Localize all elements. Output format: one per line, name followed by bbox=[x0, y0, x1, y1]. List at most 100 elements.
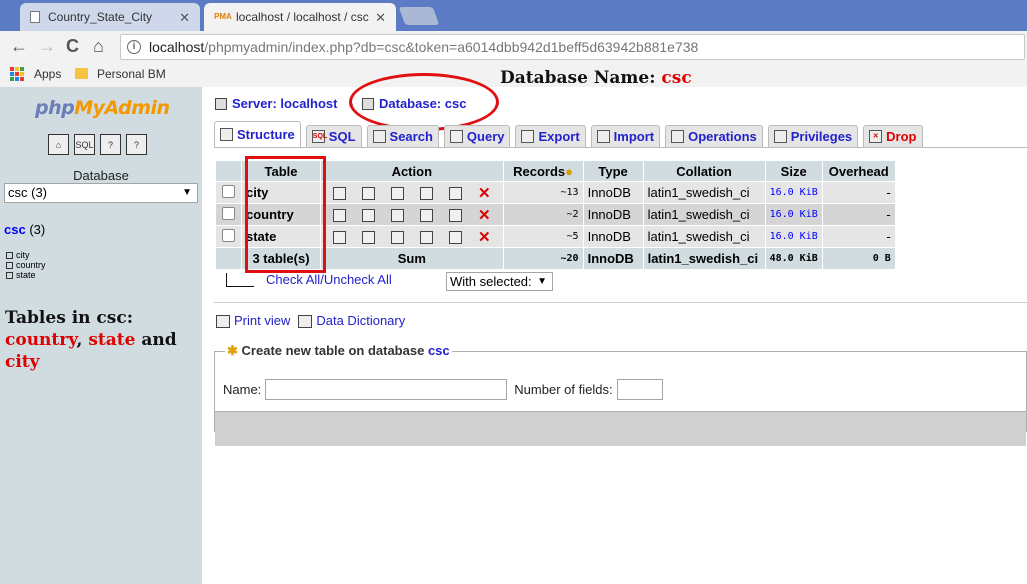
overhead-value: - bbox=[822, 226, 895, 247]
empty-icon[interactable] bbox=[449, 209, 462, 223]
uncheck-all-link[interactable]: Uncheck All bbox=[324, 272, 392, 287]
structure-icon[interactable] bbox=[362, 209, 375, 223]
address-bar[interactable]: i localhost/phpmyadmin/index.php?db=csc&… bbox=[120, 34, 1025, 60]
info-icon[interactable]: i bbox=[127, 40, 141, 54]
close-icon[interactable]: ✕ bbox=[375, 10, 386, 26]
search-icon[interactable] bbox=[391, 231, 404, 245]
sql-icon[interactable]: SQL bbox=[74, 134, 95, 155]
table-icon bbox=[6, 251, 13, 259]
browser-tab-localhost[interactable]: PMA localhost / localhost / csc ✕ bbox=[204, 3, 396, 31]
forward-button[interactable]: → bbox=[38, 36, 56, 57]
table-name-input[interactable] bbox=[265, 379, 508, 400]
tab-title: localhost / localhost / csc bbox=[236, 10, 369, 24]
bookmark-personal-bm[interactable]: Personal BM bbox=[97, 67, 166, 81]
with-selected-select[interactable]: With selected: ▼ bbox=[446, 272, 553, 291]
address-host: localhost bbox=[149, 39, 205, 55]
records-value: ~2 bbox=[503, 204, 583, 225]
search-icon bbox=[372, 130, 386, 143]
structure-icon bbox=[220, 128, 233, 141]
lightbulb-icon: ● bbox=[565, 163, 574, 179]
sum-label: Sum bbox=[321, 248, 503, 269]
search-icon[interactable] bbox=[391, 187, 404, 201]
create-table-form: Name: Number of fields: bbox=[223, 379, 663, 400]
tab-query[interactable]: Query bbox=[443, 125, 511, 147]
browse-icon[interactable] bbox=[333, 231, 346, 245]
phpmyadmin-favicon-icon: PMA bbox=[214, 12, 232, 21]
tab-import[interactable]: Import bbox=[590, 125, 661, 147]
home-button[interactable]: ⌂ bbox=[93, 36, 104, 57]
tab-structure[interactable]: Structure bbox=[214, 121, 301, 147]
collation-value: latin1_swedish_ci bbox=[643, 204, 765, 225]
row-checkbox[interactable] bbox=[222, 206, 235, 220]
create-table-footer bbox=[215, 411, 1026, 446]
annotation-rectangle bbox=[245, 156, 326, 273]
search-icon[interactable] bbox=[391, 209, 404, 223]
create-table-fieldset: ✱ Create new table on database csc Name:… bbox=[214, 343, 1027, 446]
tab-operations[interactable]: Operations bbox=[665, 125, 763, 147]
records-value: ~13 bbox=[503, 182, 583, 203]
close-icon[interactable]: ✕ bbox=[179, 10, 190, 26]
docs-icon[interactable]: ? bbox=[126, 134, 147, 155]
tab-sql[interactable]: SQL SQL bbox=[305, 125, 362, 147]
header-action: Action bbox=[321, 161, 503, 181]
empty-icon[interactable] bbox=[449, 187, 462, 201]
annotation-tables-text: Tables in csc: country, state and city bbox=[5, 308, 177, 372]
insert-icon[interactable] bbox=[420, 209, 433, 223]
apps-grid-icon[interactable] bbox=[10, 67, 24, 81]
browse-icon[interactable] bbox=[333, 187, 346, 201]
empty-icon[interactable] bbox=[449, 231, 462, 245]
row-checkbox[interactable] bbox=[222, 184, 235, 198]
size-value[interactable]: 16.0 KiB bbox=[765, 204, 822, 225]
browser-tab-country-state-city[interactable]: Country_State_City ✕ bbox=[20, 3, 200, 31]
tab-drop[interactable]: ✕ Drop bbox=[863, 125, 923, 147]
structure-icon[interactable] bbox=[362, 231, 375, 245]
chevron-down-icon: ▼ bbox=[537, 276, 547, 287]
divider bbox=[214, 302, 1027, 303]
structure-icon[interactable] bbox=[362, 187, 375, 201]
header-records: Records● bbox=[503, 161, 583, 181]
sum-records: ~20 bbox=[503, 248, 583, 269]
row-checkbox[interactable] bbox=[222, 228, 235, 242]
sum-size: 48.0 KiB bbox=[765, 248, 822, 269]
list-item[interactable]: city bbox=[6, 250, 46, 260]
tab-export[interactable]: Export bbox=[515, 125, 586, 147]
print-view-link[interactable]: Print view bbox=[216, 313, 290, 329]
size-value[interactable]: 16.0 KiB bbox=[765, 182, 822, 203]
new-tab-button[interactable] bbox=[398, 7, 440, 25]
query-window-icon[interactable]: ? bbox=[100, 134, 121, 155]
type-value: InnoDB bbox=[583, 226, 643, 247]
browser-tabstrip: Country_State_City ✕ PMA localhost / loc… bbox=[0, 0, 1027, 31]
home-icon[interactable]: ⌂ bbox=[48, 134, 69, 155]
drop-icon[interactable]: ✕ bbox=[478, 230, 491, 245]
printer-icon bbox=[216, 315, 230, 329]
query-icon bbox=[449, 130, 463, 143]
insert-icon[interactable] bbox=[420, 187, 433, 201]
sql-icon: SQL bbox=[311, 130, 327, 143]
reload-button[interactable]: C bbox=[66, 36, 79, 57]
collation-value: latin1_swedish_ci bbox=[643, 226, 765, 247]
phpmyadmin-logo[interactable]: phpMyAdmin bbox=[35, 97, 170, 119]
number-of-fields-input[interactable] bbox=[616, 379, 663, 400]
tab-search[interactable]: Search bbox=[366, 125, 439, 147]
operations-icon bbox=[671, 130, 685, 143]
drop-icon: ✕ bbox=[869, 130, 883, 143]
insert-icon[interactable] bbox=[420, 231, 433, 245]
list-item[interactable]: country bbox=[6, 260, 46, 270]
data-dictionary-link[interactable]: Data Dictionary bbox=[298, 313, 405, 329]
breadcrumb-server[interactable]: Server: localhost bbox=[215, 96, 338, 111]
fields-label: Number of fields: bbox=[514, 382, 613, 397]
type-value: InnoDB bbox=[583, 182, 643, 203]
import-icon bbox=[596, 130, 610, 143]
size-value[interactable]: 16.0 KiB bbox=[765, 226, 822, 247]
drop-icon[interactable]: ✕ bbox=[478, 208, 491, 223]
browse-icon[interactable] bbox=[333, 209, 346, 223]
drop-icon[interactable]: ✕ bbox=[478, 186, 491, 201]
database-link[interactable]: csc (3) bbox=[4, 222, 45, 237]
bookmark-apps[interactable]: Apps bbox=[34, 67, 61, 81]
server-icon bbox=[215, 97, 227, 110]
check-all-link[interactable]: Check All bbox=[266, 272, 320, 287]
back-button[interactable]: ← bbox=[10, 36, 28, 57]
tab-privileges[interactable]: Privileges bbox=[767, 125, 859, 147]
list-item[interactable]: state bbox=[6, 270, 46, 280]
database-select[interactable]: csc (3) ▼ bbox=[4, 183, 198, 203]
